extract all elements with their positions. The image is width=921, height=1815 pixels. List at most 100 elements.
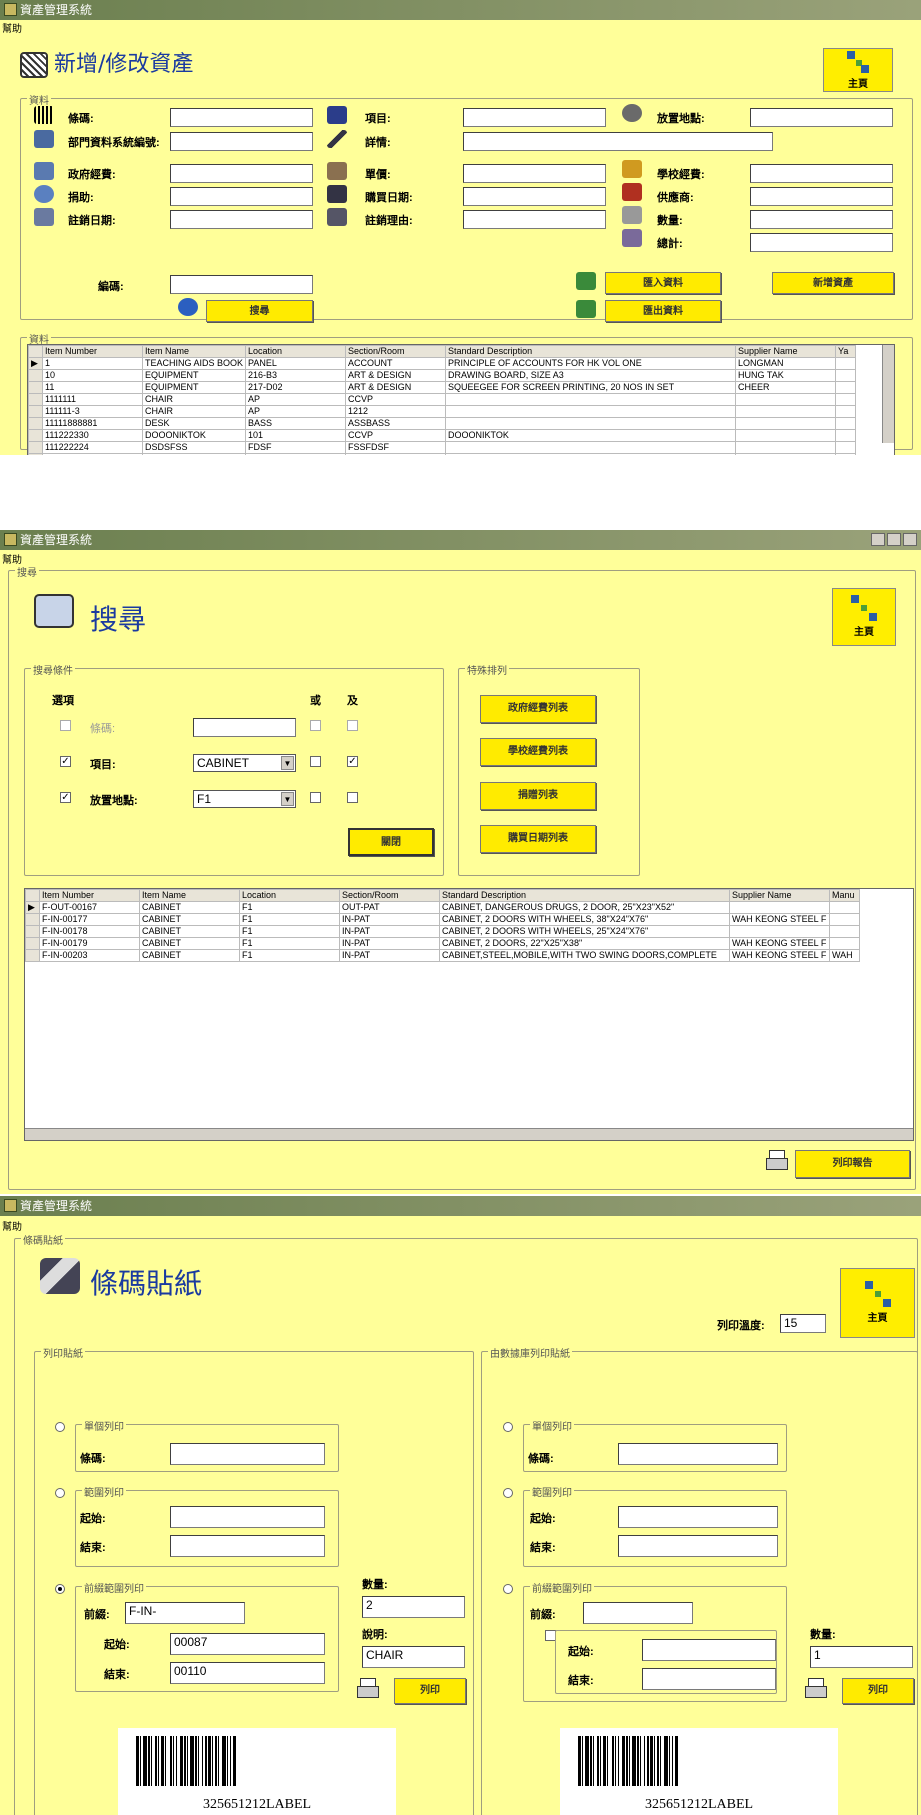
column-header[interactable]: Supplier Name bbox=[735, 345, 837, 358]
column-header[interactable]: Standard Description bbox=[439, 889, 730, 902]
code-field[interactable] bbox=[170, 275, 313, 294]
table-row[interactable]: 1111111 CHAIR AP CCVP bbox=[28, 393, 857, 406]
range-print-radio[interactable] bbox=[55, 1488, 65, 1498]
menu-help[interactable]: 幫助 bbox=[2, 1218, 22, 1233]
gov-fund-field[interactable] bbox=[170, 164, 313, 183]
table-row[interactable]: 11111888881 DESK BASS ASSBASS bbox=[28, 417, 857, 430]
gov-fund-list-button[interactable]: 政府經費列表 bbox=[480, 695, 596, 723]
column-header[interactable]: Section/Room bbox=[339, 889, 440, 902]
school-fund-field[interactable] bbox=[750, 164, 893, 183]
minimize-button[interactable] bbox=[871, 533, 885, 546]
range-start-input[interactable] bbox=[170, 1506, 325, 1528]
item-checkbox[interactable]: ✓ bbox=[60, 756, 71, 767]
db-range-end-input[interactable] bbox=[618, 1535, 778, 1557]
prefix-input[interactable]: F-IN- bbox=[125, 1602, 245, 1624]
donation-field[interactable] bbox=[170, 187, 313, 206]
table-row[interactable]: F-IN-00177 CABINET F1 IN-PAT CABINET, 2 DOOR… bbox=[25, 913, 860, 926]
column-header[interactable]: Location bbox=[245, 345, 347, 358]
prefix-range-print-radio[interactable] bbox=[55, 1584, 65, 1594]
db-qty-input[interactable]: 1 bbox=[810, 1646, 913, 1668]
table-row[interactable]: F-IN-00179 CABINET F1 IN-PAT CABINET, 2 DOOR… bbox=[25, 937, 860, 950]
table-row[interactable]: F-IN-00203 CABINET F1 IN-PAT CABINET,STEEL,M… bbox=[25, 949, 860, 962]
row-selector[interactable] bbox=[28, 441, 43, 454]
row-selector[interactable] bbox=[25, 925, 40, 938]
table-row[interactable]: 111222330 DOOONIKTOK 101 CCVP DOOONIKTOK bbox=[28, 429, 857, 442]
range-end-input[interactable] bbox=[170, 1535, 325, 1557]
add-asset-button[interactable]: 新增資產 bbox=[772, 272, 894, 294]
column-header[interactable]: Ya bbox=[835, 345, 857, 358]
table-row[interactable]: 11 EQUIPMENT 217-D02 ART & DESIGN SQUEEGEE F… bbox=[28, 381, 857, 394]
qty-input[interactable]: 2 bbox=[362, 1596, 465, 1618]
column-header[interactable]: Item Number bbox=[42, 345, 143, 358]
row-selector[interactable] bbox=[25, 913, 40, 926]
export-button[interactable]: 匯出資料 bbox=[605, 300, 721, 322]
column-header[interactable]: Item Name bbox=[141, 345, 247, 358]
purchase-date-field[interactable] bbox=[463, 187, 606, 206]
write-off-date-field[interactable] bbox=[170, 210, 313, 229]
row-selector[interactable]: ▶ bbox=[28, 357, 43, 370]
column-header[interactable]: Manu bbox=[829, 889, 860, 902]
db-single-print-radio[interactable] bbox=[503, 1422, 513, 1432]
column-header[interactable]: Standard Description bbox=[445, 345, 737, 358]
vertical-scrollbar[interactable] bbox=[882, 345, 894, 443]
item-and-checkbox[interactable]: ✓ bbox=[347, 756, 358, 767]
row-selector[interactable]: ▶ bbox=[25, 901, 40, 914]
search-results-grid[interactable]: Item Number Item Name Location Section/Room… bbox=[24, 888, 914, 1141]
row-selector[interactable] bbox=[28, 405, 43, 418]
table-row[interactable]: 12EQUIPMENT215ART & DESIGNETCHING PRESS,… bbox=[28, 453, 857, 455]
prefix-end-input[interactable]: 00110 bbox=[170, 1662, 325, 1684]
barcode-and-checkbox[interactable] bbox=[347, 720, 358, 731]
barcode-input[interactable] bbox=[193, 718, 296, 737]
db-range-print-radio[interactable] bbox=[503, 1488, 513, 1498]
location-field[interactable] bbox=[750, 108, 893, 127]
db-prefix-range-print-radio[interactable] bbox=[503, 1584, 513, 1594]
row-selector[interactable] bbox=[28, 453, 43, 455]
column-header[interactable]: Supplier Name bbox=[729, 889, 830, 902]
import-button[interactable]: 匯入資料 bbox=[605, 272, 721, 294]
chevron-down-icon[interactable]: ▼ bbox=[281, 756, 294, 770]
print-button[interactable]: 列印 bbox=[394, 1678, 466, 1704]
column-header[interactable]: Item Name bbox=[139, 889, 240, 902]
row-selector[interactable] bbox=[25, 937, 40, 950]
barcode-checkbox[interactable] bbox=[60, 720, 71, 731]
horizontal-scrollbar[interactable] bbox=[25, 1128, 913, 1140]
desc-input[interactable]: CHAIR bbox=[362, 1646, 465, 1668]
maximize-button[interactable] bbox=[887, 533, 901, 546]
row-selector[interactable] bbox=[25, 949, 40, 962]
print-report-button[interactable]: 列印報告 bbox=[795, 1150, 910, 1178]
db-range-start-input[interactable] bbox=[618, 1506, 778, 1528]
dept-code-field[interactable] bbox=[170, 132, 313, 151]
table-row[interactable]: 10 EQUIPMENT 216-B3 ART & DESIGN DRAWING BOA… bbox=[28, 369, 857, 382]
donation-list-button[interactable]: 捐贈列表 bbox=[480, 782, 596, 810]
single-barcode-input[interactable] bbox=[170, 1443, 325, 1465]
prefix-start-input[interactable]: 00087 bbox=[170, 1633, 325, 1655]
total-field[interactable] bbox=[750, 233, 893, 252]
search-button[interactable]: 搜尋 bbox=[206, 300, 313, 322]
close-button[interactable]: 關閉 bbox=[348, 828, 434, 856]
location-and-checkbox[interactable] bbox=[347, 792, 358, 803]
db-prefix-input[interactable] bbox=[583, 1602, 693, 1624]
close-window-button[interactable] bbox=[903, 533, 917, 546]
db-prefix-start-input[interactable] bbox=[642, 1639, 776, 1661]
asset-grid[interactable]: Item Number Item Name Location Section/Room… bbox=[27, 344, 895, 455]
home-button[interactable]: 主頁 bbox=[832, 588, 896, 646]
row-selector[interactable] bbox=[28, 393, 43, 406]
db-single-barcode-input[interactable] bbox=[618, 1443, 778, 1465]
table-row[interactable]: 111222224 DSDSFSS FDSF FSSFDSF bbox=[28, 441, 857, 454]
table-row[interactable]: F-IN-00178 CABINET F1 IN-PAT CABINET, 2 DOOR… bbox=[25, 925, 860, 938]
unit-price-field[interactable] bbox=[463, 164, 606, 183]
row-selector[interactable] bbox=[28, 429, 43, 442]
supplier-field[interactable] bbox=[750, 187, 893, 206]
table-row[interactable]: ▶ F-OUT-00167 CABINET F1 OUT-PAT CABINET, DAN… bbox=[25, 901, 860, 914]
purchase-date-list-button[interactable]: 購買日期列表 bbox=[480, 825, 596, 853]
single-print-radio[interactable] bbox=[55, 1422, 65, 1432]
school-fund-list-button[interactable]: 學校經費列表 bbox=[480, 738, 596, 766]
detail-field[interactable] bbox=[463, 132, 773, 151]
column-header[interactable]: Item Number bbox=[39, 889, 140, 902]
row-selector[interactable] bbox=[28, 381, 43, 394]
column-header[interactable]: Section/Room bbox=[345, 345, 447, 358]
print-temp-input[interactable]: 15 bbox=[780, 1314, 826, 1333]
db-print-button[interactable]: 列印 bbox=[842, 1678, 914, 1704]
qty-field[interactable] bbox=[750, 210, 893, 229]
chevron-down-icon[interactable]: ▼ bbox=[281, 792, 294, 806]
